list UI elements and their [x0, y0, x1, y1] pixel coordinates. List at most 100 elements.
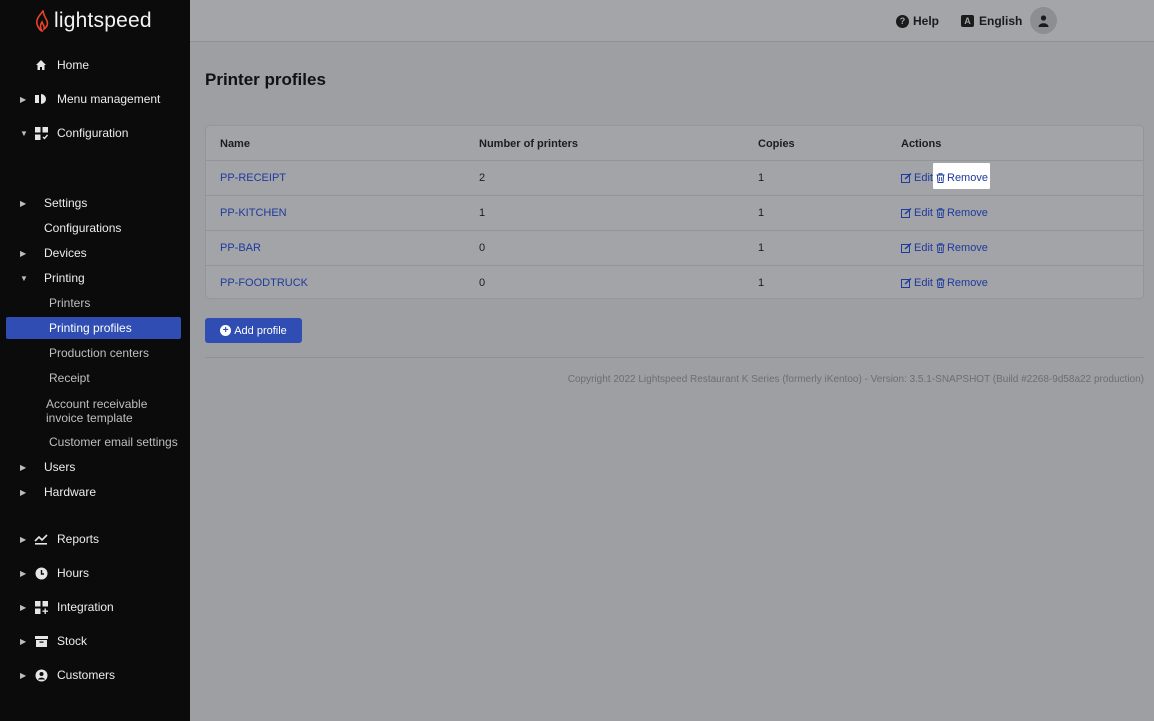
trash-icon	[936, 208, 945, 218]
sidebar-item-devices[interactable]: ▶ Devices	[0, 242, 190, 264]
sidebar-item-stock[interactable]: ▶ Stock	[0, 630, 190, 652]
sidebar-item-label: Receipt	[49, 371, 90, 385]
sidebar-item-menu-management[interactable]: ▶ Menu management	[0, 88, 190, 110]
sidebar-item-label: Hardware	[44, 485, 97, 499]
sidebar-item-integration[interactable]: ▶ Integration	[0, 596, 190, 618]
sidebar-item-label: Users	[44, 460, 76, 474]
sidebar-item-label: Customer email settings	[49, 435, 178, 449]
edit-button[interactable]: Edit	[901, 207, 933, 219]
clock-icon	[34, 566, 48, 580]
profile-name-link[interactable]: PP-FOODTRUCK	[220, 277, 308, 289]
sidebar-item-hardware[interactable]: ▶ Hardware	[0, 481, 190, 503]
table-row: PP-KITCHEN 1 1 Edit Remove	[206, 195, 1143, 230]
row-actions: Edit Remove	[901, 277, 988, 289]
printer-count: 0	[479, 242, 486, 254]
remove-label: Remove	[946, 242, 988, 254]
trash-icon	[936, 243, 945, 253]
sidebar-item-receipt[interactable]: Receipt	[0, 367, 190, 389]
sidebar-item-customers[interactable]: ▶ Customers	[0, 664, 190, 686]
sidebar-item-settings[interactable]: ▶ Settings	[0, 192, 190, 214]
profile-name-link[interactable]: PP-RECEIPT	[220, 172, 286, 184]
sidebar-item-label: Customers	[57, 668, 116, 682]
caret-right-icon: ▶	[20, 534, 27, 544]
sidebar-item-label: Integration	[57, 600, 114, 614]
remove-button[interactable]: Remove	[936, 172, 988, 184]
copies-count: 1	[758, 172, 765, 184]
trash-icon	[936, 173, 945, 183]
sidebar-item-label: Settings	[44, 196, 88, 210]
sidebar-item-label: Printing	[44, 271, 85, 285]
sidebar-item-label: Hours	[57, 566, 90, 580]
caret-right-icon: ▶	[20, 198, 27, 208]
sidebar-item-home[interactable]: Home	[0, 54, 190, 76]
edit-icon	[901, 208, 912, 218]
sidebar: lightspeed Home ▶ Menu management ▼ Conf…	[0, 0, 190, 721]
sidebar-item-configuration[interactable]: ▼ Configuration	[0, 122, 190, 144]
sidebar-item-label: Menu management	[57, 92, 161, 106]
remove-button[interactable]: Remove	[936, 207, 988, 219]
sidebar-item-production-centers[interactable]: Production centers	[0, 342, 190, 364]
profile-name-link[interactable]: PP-BAR	[220, 242, 261, 254]
edit-label: Edit	[914, 172, 933, 184]
sidebar-item-label: Devices	[44, 246, 87, 260]
plus-circle-icon: +	[220, 325, 232, 336]
sidebar-item-hours[interactable]: ▶ Hours	[0, 562, 190, 584]
sidebar-item-printing[interactable]: ▼ Printing	[0, 267, 190, 289]
edit-label: Edit	[914, 242, 933, 254]
sidebar-item-customer-email-settings[interactable]: Customer email settings	[0, 431, 190, 453]
flame-logo-icon	[36, 10, 49, 32]
table-row: PP-BAR 0 1 Edit Remove	[206, 230, 1143, 265]
profile-name-link[interactable]: PP-KITCHEN	[220, 207, 287, 219]
footer-divider	[205, 357, 1144, 358]
edit-button[interactable]: Edit	[901, 172, 933, 184]
caret-down-icon: ▼	[20, 273, 28, 283]
sidebar-item-reports[interactable]: ▶ Reports	[0, 528, 190, 550]
remove-button[interactable]: Remove	[936, 277, 988, 289]
table-row: PP-FOODTRUCK 0 1 Edit Remove	[206, 265, 1143, 300]
home-icon	[34, 58, 48, 72]
language-icon: A	[961, 15, 974, 27]
add-profile-label: Add profile	[234, 324, 287, 337]
sidebar-item-label: Production centers	[49, 346, 150, 360]
edit-button[interactable]: Edit	[901, 277, 933, 289]
sidebar-item-label: Configuration	[57, 126, 129, 140]
sidebar-item-users[interactable]: ▶ Users	[0, 456, 190, 478]
stock-box-icon	[34, 634, 48, 648]
printer-count: 1	[479, 207, 486, 219]
column-header-copies: Copies	[758, 138, 795, 150]
brand-logo[interactable]: lightspeed	[0, 0, 190, 42]
remove-button[interactable]: Remove	[936, 242, 988, 254]
language-label: English	[979, 14, 1023, 28]
add-profile-button[interactable]: + Add profile	[205, 318, 302, 343]
sidebar-item-label: Reports	[57, 532, 100, 546]
row-actions: Edit	[901, 172, 933, 184]
remove-label: Remove	[947, 172, 988, 184]
sidebar-item-printing-profiles[interactable]: Printing profiles	[6, 317, 181, 339]
sidebar-item-label: Account receivable invoice template	[46, 397, 148, 425]
page-title: Printer profiles	[205, 70, 326, 89]
edit-label: Edit	[914, 207, 933, 219]
edit-label: Edit	[914, 277, 933, 289]
sidebar-item-configurations[interactable]: Configurations	[0, 217, 190, 239]
sidebar-item-printers[interactable]: Printers	[0, 292, 190, 314]
caret-right-icon: ▶	[20, 636, 27, 646]
help-button[interactable]: ? Help	[896, 0, 939, 42]
remove-label: Remove	[946, 207, 988, 219]
sidebar-item-label: Stock	[57, 634, 88, 648]
customer-user-icon	[34, 668, 48, 682]
integration-grid-icon	[34, 600, 48, 614]
copies-count: 1	[758, 207, 765, 219]
copies-count: 1	[758, 277, 765, 289]
brand-name: lightspeed	[54, 9, 152, 32]
sidebar-item-account-receivable[interactable]: Account receivable invoice template	[0, 396, 190, 426]
table-row: PP-RECEIPT 2 1 Edit Remove	[206, 160, 1143, 195]
caret-right-icon: ▶	[20, 462, 27, 472]
caret-right-icon: ▶	[20, 248, 27, 258]
language-selector[interactable]: A English	[961, 0, 1022, 42]
column-header-actions: Actions	[901, 138, 942, 150]
row-actions: Edit Remove	[901, 242, 988, 254]
user-avatar[interactable]	[1030, 7, 1057, 34]
edit-icon	[901, 173, 912, 183]
caret-right-icon: ▶	[20, 602, 27, 612]
edit-button[interactable]: Edit	[901, 242, 933, 254]
